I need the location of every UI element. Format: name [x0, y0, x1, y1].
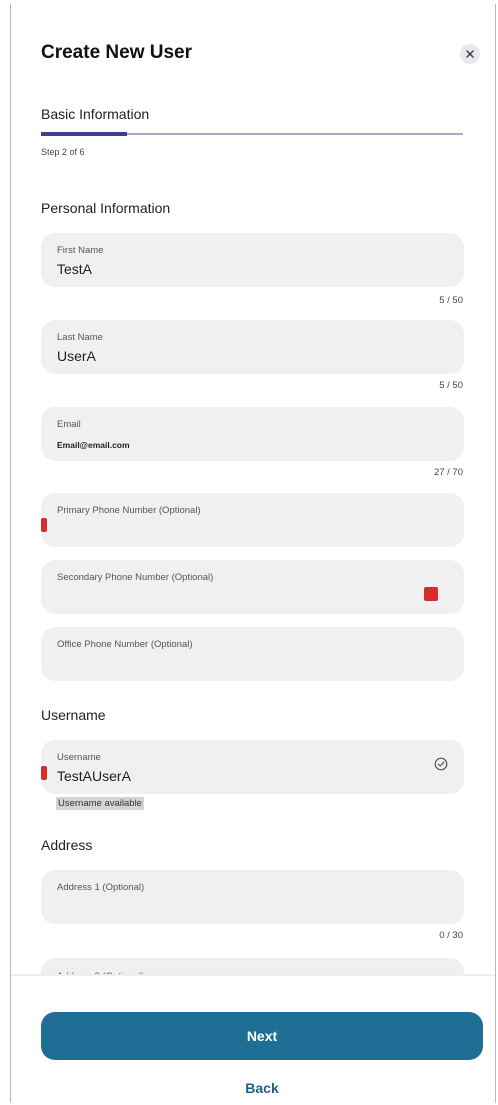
last-name-field[interactable]: Last Name UserA	[41, 320, 464, 374]
last-name-value: UserA	[57, 348, 96, 364]
first-name-label: First Name	[57, 245, 104, 256]
office-phone-field[interactable]: Office Phone Number (Optional)	[41, 627, 464, 681]
check-circle-icon	[434, 757, 448, 771]
primary-phone-label: Primary Phone Number (Optional)	[57, 505, 201, 516]
office-phone-label: Office Phone Number (Optional)	[57, 639, 193, 650]
first-name-value: TestA	[57, 261, 93, 277]
back-button[interactable]: Back	[11, 1080, 495, 1096]
email-counter: 27 / 70	[433, 467, 463, 478]
username-label: Username	[57, 752, 101, 763]
close-button[interactable]	[460, 44, 480, 64]
username-value: TestAUserA	[57, 768, 131, 784]
last-name-label: Last Name	[57, 332, 103, 343]
create-user-dialog: Create New User Basic Information Step 2…	[10, 4, 496, 1103]
secondary-phone-label: Secondary Phone Number (Optional)	[57, 572, 214, 583]
email-label: Email	[57, 419, 81, 430]
error-marker-icon	[41, 766, 47, 780]
first-name-counter: 5 / 50	[439, 295, 463, 306]
section-username: Username	[41, 707, 106, 723]
section-personal-information: Personal Information	[41, 200, 171, 216]
dialog-title: Create New User	[41, 42, 193, 63]
error-marker-icon	[424, 587, 438, 601]
close-icon	[466, 50, 474, 58]
error-marker-icon	[41, 518, 47, 532]
secondary-phone-field[interactable]: Secondary Phone Number (Optional)	[41, 560, 464, 614]
username-status: Username available	[56, 797, 144, 810]
step-counter: Step 2 of 6	[41, 147, 85, 157]
username-field[interactable]: Username TestAUserA	[41, 740, 464, 794]
last-name-counter: 5 / 50	[439, 380, 463, 391]
next-button[interactable]: Next	[41, 1012, 483, 1060]
primary-phone-field[interactable]: Primary Phone Number (Optional)	[41, 493, 464, 547]
address1-counter: 0 / 30	[439, 930, 463, 941]
email-field[interactable]: Email Email@email.com	[41, 407, 464, 461]
first-name-field[interactable]: First Name TestA	[41, 233, 464, 287]
section-address: Address	[41, 837, 93, 853]
progress-fill	[41, 132, 127, 136]
address1-field[interactable]: Address 1 (Optional)	[41, 870, 464, 924]
email-value: Email@email.com	[57, 440, 130, 450]
address1-label: Address 1 (Optional)	[57, 882, 145, 893]
step-title: Basic Information	[41, 106, 150, 122]
